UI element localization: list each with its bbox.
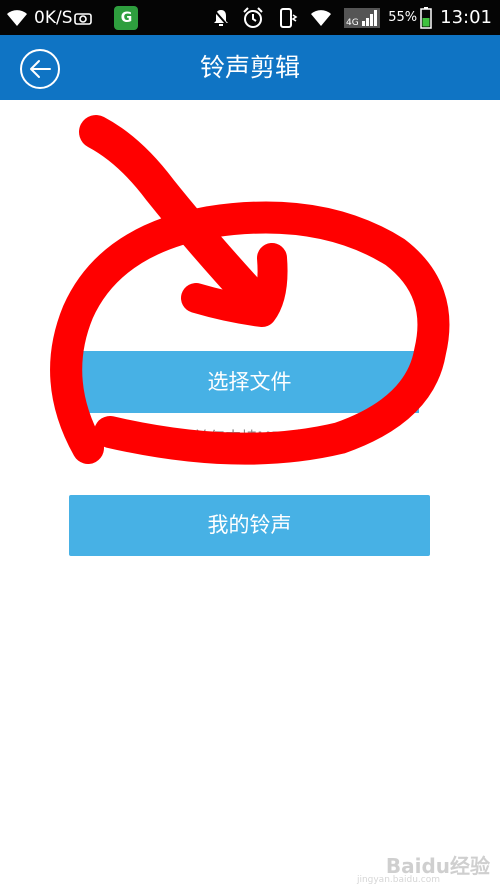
- status-bar: 0K/S G 4G 55% 13:01: [0, 0, 500, 35]
- battery-icon: [420, 6, 432, 29]
- select-file-button[interactable]: 选择文件: [80, 351, 419, 413]
- clock: 13:01: [440, 7, 492, 28]
- watermark-sub: jingyan.baidu.com: [356, 875, 440, 885]
- notification-app-icon: G: [114, 5, 139, 30]
- my-ringtone-button[interactable]: 我的铃声: [69, 495, 430, 556]
- annotation-arrow-shaft: [79, 115, 272, 317]
- annotation-circle: [50, 201, 450, 465]
- phone-vibrate-icon: [276, 7, 298, 29]
- status-bar-left: 0K/S G: [6, 0, 139, 35]
- hint-text: 目前仅支持MP3文件: [177, 428, 323, 447]
- wifi-icon: [310, 9, 332, 27]
- title-bar: 铃声剪辑: [0, 35, 500, 100]
- net-speed: 0K/S: [34, 7, 73, 28]
- battery-percent: 55%: [388, 10, 418, 25]
- alarm-icon: [242, 6, 264, 29]
- mute-icon: [212, 8, 230, 28]
- status-bar-right: 4G 55% 13:01: [200, 0, 492, 35]
- page-title: 铃声剪辑: [199, 53, 300, 82]
- camera-icon: [74, 11, 93, 25]
- wifi-icon: [6, 9, 28, 27]
- annotation-arrow-head: [181, 243, 288, 327]
- svg-text:4G: 4G: [346, 18, 359, 28]
- signal-icon: 4G: [344, 7, 381, 28]
